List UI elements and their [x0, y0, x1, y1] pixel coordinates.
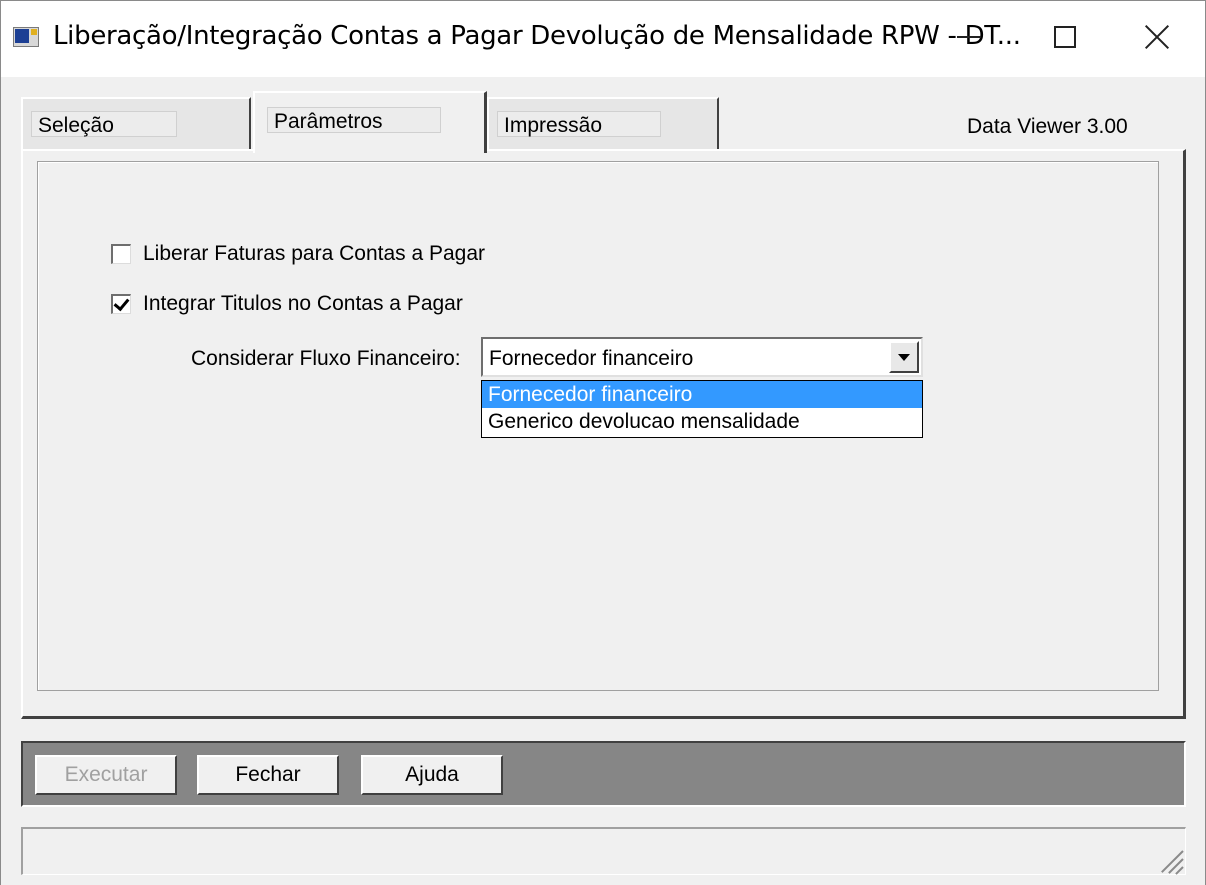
application-window: Liberação/Integração Contas a Pagar Devo…: [0, 0, 1206, 885]
minimize-icon: [957, 36, 981, 38]
tab-parametros-label: Parâmetros: [267, 107, 441, 133]
tab-impressao[interactable]: Impressão: [487, 97, 719, 151]
ajuda-button[interactable]: Ajuda: [361, 755, 503, 795]
executar-button[interactable]: Executar: [35, 755, 177, 795]
close-button[interactable]: [1127, 15, 1187, 59]
dropdown-option-fornecedor-financeiro[interactable]: Fornecedor financeiro: [482, 381, 922, 408]
integrar-titulos-option[interactable]: Integrar Titulos no Contas a Pagar: [111, 291, 463, 317]
maximize-button[interactable]: [1035, 15, 1095, 59]
app-icon[interactable]: [13, 27, 39, 47]
fluxo-financeiro-value: Fornecedor financeiro: [489, 347, 694, 370]
button-bar: Executar Fechar Ajuda: [21, 741, 1186, 807]
title-bar[interactable]: Liberação/Integração Contas a Pagar Devo…: [1, 1, 1205, 77]
liberar-faturas-option[interactable]: Liberar Faturas para Contas a Pagar: [111, 241, 485, 267]
integrar-titulos-label: Integrar Titulos no Contas a Pagar: [143, 292, 463, 315]
liberar-faturas-checkbox[interactable]: [111, 244, 131, 264]
maximize-icon: [1054, 26, 1076, 48]
status-bar: [21, 827, 1186, 875]
version-label: Data Viewer 3.00: [967, 115, 1128, 138]
chevron-down-icon: [898, 353, 910, 361]
tab-impressao-label: Impressão: [497, 111, 661, 137]
fluxo-financeiro-dropdown-list: Fornecedor financeiro Generico devolucao…: [481, 380, 923, 438]
close-icon: [1144, 24, 1170, 50]
fluxo-financeiro-select[interactable]: Fornecedor financeiro: [481, 337, 923, 377]
minimize-button[interactable]: [939, 15, 999, 59]
tab-panel-parametros: Liberar Faturas para Contas a Pagar Inte…: [21, 149, 1186, 719]
resize-grip-icon[interactable]: [1157, 846, 1184, 875]
tab-selecao-label: Seleção: [31, 111, 177, 137]
liberar-faturas-label: Liberar Faturas para Contas a Pagar: [143, 242, 486, 265]
tab-selecao[interactable]: Seleção: [21, 97, 251, 151]
fluxo-financeiro-label: Considerar Fluxo Financeiro:: [191, 347, 461, 370]
fechar-button[interactable]: Fechar: [197, 755, 339, 795]
dropdown-arrow-button[interactable]: [889, 341, 919, 373]
integrar-titulos-checkbox[interactable]: [111, 294, 131, 314]
window-title: Liberação/Integração Contas a Pagar Devo…: [53, 21, 1021, 51]
dropdown-option-generico-devolucao[interactable]: Generico devolucao mensalidade: [482, 408, 922, 435]
dialog-body: Seleção Impressão Parâmetros Data Viewer…: [1, 77, 1205, 885]
tab-parametros[interactable]: Parâmetros: [253, 91, 487, 153]
